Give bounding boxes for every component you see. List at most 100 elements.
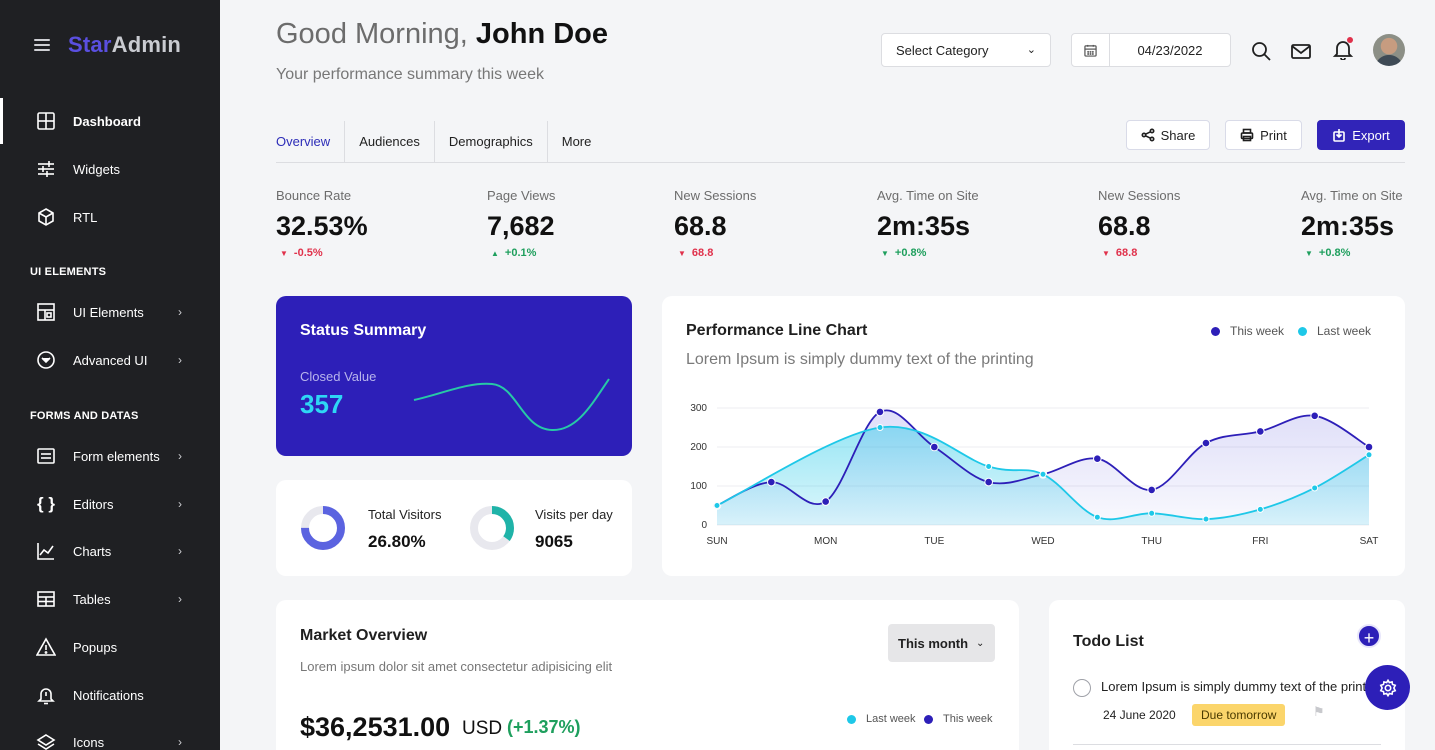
y-tick-label: 0 xyxy=(701,520,707,531)
section-title-forms-and-datas: FORMS AND DATAS xyxy=(30,410,139,422)
stat-new-sessions-2: New Sessions 68.8 ▼ 68.8 xyxy=(1098,188,1180,259)
sidebar: StarAdmin Dashboard Widgets RTL UI ELEME… xyxy=(0,0,220,750)
cube-icon xyxy=(36,207,56,227)
share-button[interactable]: Share xyxy=(1126,120,1210,150)
tab-overview[interactable]: Overview xyxy=(276,121,344,162)
data-point xyxy=(930,442,939,452)
bell-alert-icon xyxy=(36,685,56,705)
circle-chevron-icon xyxy=(36,350,56,370)
chevron-right-icon: › xyxy=(178,544,182,558)
export-icon xyxy=(1333,129,1346,142)
tabs-divider xyxy=(276,162,1405,163)
brand: StarAdmin xyxy=(34,32,181,58)
stat-label: New Sessions xyxy=(1098,188,1181,203)
stat-change: ▼ -0.5% xyxy=(276,247,368,259)
search-icon[interactable] xyxy=(1250,40,1272,62)
data-point xyxy=(1311,484,1319,492)
tab-more[interactable]: More xyxy=(546,121,606,162)
triangle-down-icon: ▼ xyxy=(1102,248,1110,258)
menu-icon[interactable] xyxy=(34,39,50,51)
print-label: Print xyxy=(1260,127,1287,143)
market-currency: USD xyxy=(462,718,503,739)
x-tick-label: TUE xyxy=(924,536,944,547)
settings-button[interactable] xyxy=(1365,665,1410,710)
calendar-icon[interactable] xyxy=(1072,34,1110,66)
form-icon xyxy=(36,446,56,466)
closed-value: 357 xyxy=(300,389,344,419)
sidebar-item-editors[interactable]: { } Editors › xyxy=(0,481,220,527)
category-select-value: Select Category xyxy=(896,42,989,58)
chevron-down-icon: ⌄ xyxy=(976,637,985,649)
sidebar-item-dashboard[interactable]: Dashboard xyxy=(0,98,220,144)
sidebar-item-notifications[interactable]: Notifications xyxy=(0,672,220,718)
stat-value: 32.53% xyxy=(276,211,368,241)
market-overview-title: Market Overview xyxy=(300,627,428,644)
stat-avg-time: Avg. Time on Site 2m:35s ▼ +0.8% xyxy=(877,188,979,259)
todo-item-date: 24 June 2020 xyxy=(1103,708,1176,722)
stat-bounce-rate: Bounce Rate 32.53% ▼ -0.5% xyxy=(276,188,368,259)
stat-value: 2m:35s xyxy=(877,211,971,241)
sidebar-item-widgets[interactable]: Widgets xyxy=(0,146,220,192)
market-legend-last-label: Last week xyxy=(866,713,916,725)
tab-demographics[interactable]: Demographics xyxy=(433,121,547,162)
stat-new-sessions: New Sessions 68.8 ▼ 68.8 xyxy=(674,188,756,259)
export-button[interactable]: Export xyxy=(1317,120,1405,150)
sidebar-item-charts[interactable]: Charts › xyxy=(0,528,220,574)
x-tick-label: THU xyxy=(1141,536,1162,547)
sidebar-item-form-elements[interactable]: Form elements › xyxy=(0,433,220,479)
data-point xyxy=(1310,411,1319,421)
y-tick-label: 300 xyxy=(690,403,707,414)
sidebar-item-label: Icons xyxy=(73,734,105,750)
y-tick-label: 100 xyxy=(690,481,707,492)
user-name: John Doe xyxy=(475,18,609,50)
brand-name-part2: Admin xyxy=(111,32,182,57)
data-point xyxy=(1039,470,1047,478)
add-todo-button[interactable]: + xyxy=(1357,624,1381,648)
flag-icon[interactable]: ⚑ xyxy=(1313,704,1325,720)
total-visitors-donut xyxy=(301,506,345,550)
chevron-right-icon: › xyxy=(178,449,182,463)
total-visitors-label: Total Visitors xyxy=(368,507,442,522)
stat-value: 68.8 xyxy=(674,211,727,241)
visits-per-day-value: 9065 xyxy=(535,532,573,551)
period-value: This month xyxy=(898,635,969,651)
sidebar-item-tables[interactable]: Tables › xyxy=(0,576,220,622)
stat-value: 7,682 xyxy=(487,211,555,241)
date-picker[interactable]: 04/23/2022 xyxy=(1071,33,1231,67)
data-point xyxy=(1201,438,1211,448)
greeting-heading: Good Morning, John Doe xyxy=(276,18,608,51)
x-tick-label: WED xyxy=(1031,536,1054,547)
category-select[interactable]: Select Category ⌄ xyxy=(881,33,1051,67)
visits-per-day-donut xyxy=(470,506,514,550)
sidebar-item-popups[interactable]: Popups xyxy=(0,624,220,670)
print-button[interactable]: Print xyxy=(1225,120,1302,150)
data-point xyxy=(1256,505,1264,513)
sidebar-item-ui-elements[interactable]: UI Elements › xyxy=(0,289,220,335)
stat-value: 2m:35s xyxy=(1301,211,1395,241)
mail-icon[interactable] xyxy=(1290,40,1312,62)
todo-due-badge: Due tomorrow xyxy=(1192,704,1286,726)
sidebar-item-icons[interactable]: Icons › xyxy=(0,719,220,750)
tab-audiences[interactable]: Audiences xyxy=(344,121,434,162)
stat-change-value: +0.1% xyxy=(504,247,537,259)
brand-logo[interactable]: StarAdmin xyxy=(68,32,181,58)
sidebar-item-label: Widgets xyxy=(73,161,120,177)
stat-change: ▲ +0.1% xyxy=(487,247,555,259)
sidebar-item-label: Notifications xyxy=(73,687,144,703)
period-dropdown[interactable]: This month ⌄ xyxy=(888,624,995,662)
avatar[interactable] xyxy=(1373,34,1405,66)
market-amount: $36,2531.00 xyxy=(300,712,451,742)
share-label: Share xyxy=(1160,127,1196,143)
triangle-down-icon: ▼ xyxy=(678,248,686,258)
stat-change: ▼ 68.8 xyxy=(1098,247,1180,259)
status-summary-title: Status Summary xyxy=(300,322,427,339)
stat-change-value: -0.5% xyxy=(293,247,323,259)
sidebar-item-rtl[interactable]: RTL xyxy=(0,194,220,240)
data-point xyxy=(984,477,993,487)
todo-checkbox[interactable] xyxy=(1073,679,1091,697)
warning-icon xyxy=(36,637,56,657)
sidebar-item-advanced-ui[interactable]: Advanced UI › xyxy=(0,337,220,383)
stat-label: Avg. Time on Site xyxy=(1301,188,1403,203)
notification-bell-icon[interactable] xyxy=(1332,37,1354,61)
todo-divider xyxy=(1073,744,1381,745)
